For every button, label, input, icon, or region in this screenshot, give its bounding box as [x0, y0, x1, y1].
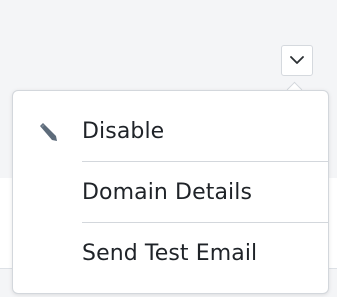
menu-item-send-test-email[interactable]: Send Test Email [13, 223, 328, 283]
actions-dropdown-menu: Disable Domain Details Send Test Email [12, 90, 329, 294]
pencil-icon [40, 123, 57, 141]
menu-item-label: Disable [82, 118, 165, 144]
menu-item-label: Domain Details [82, 179, 253, 205]
actions-dropdown-toggle[interactable] [281, 45, 313, 76]
menu-item-domain-details[interactable]: Domain Details [13, 162, 328, 222]
menu-item-label: Send Test Email [82, 240, 258, 266]
chevron-down-icon [290, 56, 304, 64]
menu-item-disable[interactable]: Disable [13, 101, 328, 161]
